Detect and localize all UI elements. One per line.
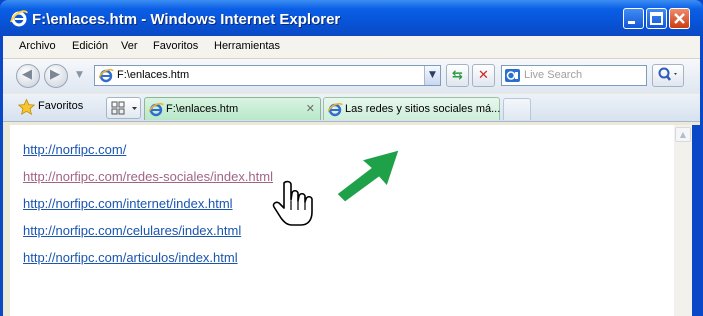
vertical-scrollbar[interactable]: ▲ (674, 125, 692, 316)
history-dropdown-icon[interactable]: ▼ (76, 70, 83, 80)
favorites-star-icon[interactable] (18, 99, 35, 115)
link-articulos[interactable]: http://norfipc.com/articulos/index.html (23, 250, 238, 265)
search-button[interactable] (652, 64, 684, 87)
maximize-button[interactable] (646, 8, 667, 29)
search-input[interactable]: Live Search (501, 65, 647, 86)
refresh-button[interactable]: ⇆ (446, 64, 469, 87)
refresh-icon: ⇆ (452, 68, 463, 83)
search-icon (658, 67, 677, 81)
tab-bar: Favoritos F:\enlaces.htm ✕ Las redes y s… (3, 94, 700, 122)
back-arrow-icon: ◀ (22, 67, 32, 82)
minimize-button[interactable] (623, 8, 644, 29)
link-redes-sociales[interactable]: http://norfipc.com/redes-sociales/index.… (23, 169, 273, 184)
tab-label: F:\enlaces.htm (166, 103, 239, 115)
link-celulares[interactable]: http://norfipc.com/celulares/index.html (23, 223, 241, 238)
menu-favoritos[interactable]: Favoritos (153, 40, 198, 52)
navigation-bar: ◀ ▶ ▼ F:\enlaces.htm ▼ ⇆ ✕ Live Search (3, 59, 700, 93)
window-gutter (3, 125, 10, 316)
minimize-icon (628, 21, 635, 24)
menu-edicion[interactable]: Edición (72, 40, 108, 52)
address-text: F:\enlaces.htm (117, 69, 190, 81)
window-title: F:\enlaces.htm - Windows Internet Explor… (32, 11, 341, 28)
menu-archivo[interactable]: Archivo (19, 40, 56, 52)
ie-window: F:\enlaces.htm - Windows Internet Explor… (0, 0, 703, 316)
link-internet[interactable]: http://norfipc.com/internet/index.html (23, 196, 233, 211)
tab-label: Las redes y sitios sociales má... (345, 103, 501, 115)
search-placeholder: Live Search (524, 69, 583, 81)
address-dropdown-icon[interactable]: ▼ (424, 66, 440, 85)
menu-herramientas[interactable]: Herramientas (214, 40, 280, 52)
maximize-icon (650, 12, 663, 25)
new-tab-button[interactable] (503, 98, 531, 120)
link-norfipc-home[interactable]: http://norfipc.com/ (23, 142, 126, 157)
quick-tabs-button[interactable] (106, 97, 141, 119)
close-icon (674, 13, 685, 24)
tab-close-icon[interactable]: ✕ (306, 102, 315, 115)
stop-button[interactable]: ✕ (472, 64, 495, 87)
forward-arrow-icon: ▶ (50, 67, 60, 82)
annotation-arrow-icon (336, 149, 400, 203)
ie-icon (10, 10, 28, 27)
menu-ver[interactable]: Ver (121, 40, 138, 52)
tab-redes-sociales[interactable]: Las redes y sitios sociales má... (323, 97, 500, 120)
tab-enlaces[interactable]: F:\enlaces.htm ✕ (144, 97, 321, 120)
hand-cursor-icon (272, 180, 313, 226)
window-border-right (692, 125, 703, 316)
title-bar[interactable]: F:\enlaces.htm - Windows Internet Explor… (0, 0, 703, 36)
stop-icon: ✕ (478, 68, 489, 83)
scroll-up-icon[interactable]: ▲ (675, 127, 691, 142)
address-bar[interactable]: F:\enlaces.htm ▼ (94, 65, 441, 86)
forward-button[interactable]: ▶ (44, 64, 68, 88)
close-button[interactable] (669, 8, 690, 29)
ie-tab-icon (149, 102, 164, 117)
ie-page-icon (99, 68, 114, 83)
quick-tabs-icon (111, 101, 137, 115)
ie-tab-icon (328, 102, 343, 117)
live-search-icon (505, 69, 520, 82)
menu-bar: Archivo Edición Ver Favoritos Herramient… (3, 36, 700, 59)
favorites-label[interactable]: Favoritos (38, 100, 83, 112)
back-button[interactable]: ◀ (16, 64, 40, 88)
